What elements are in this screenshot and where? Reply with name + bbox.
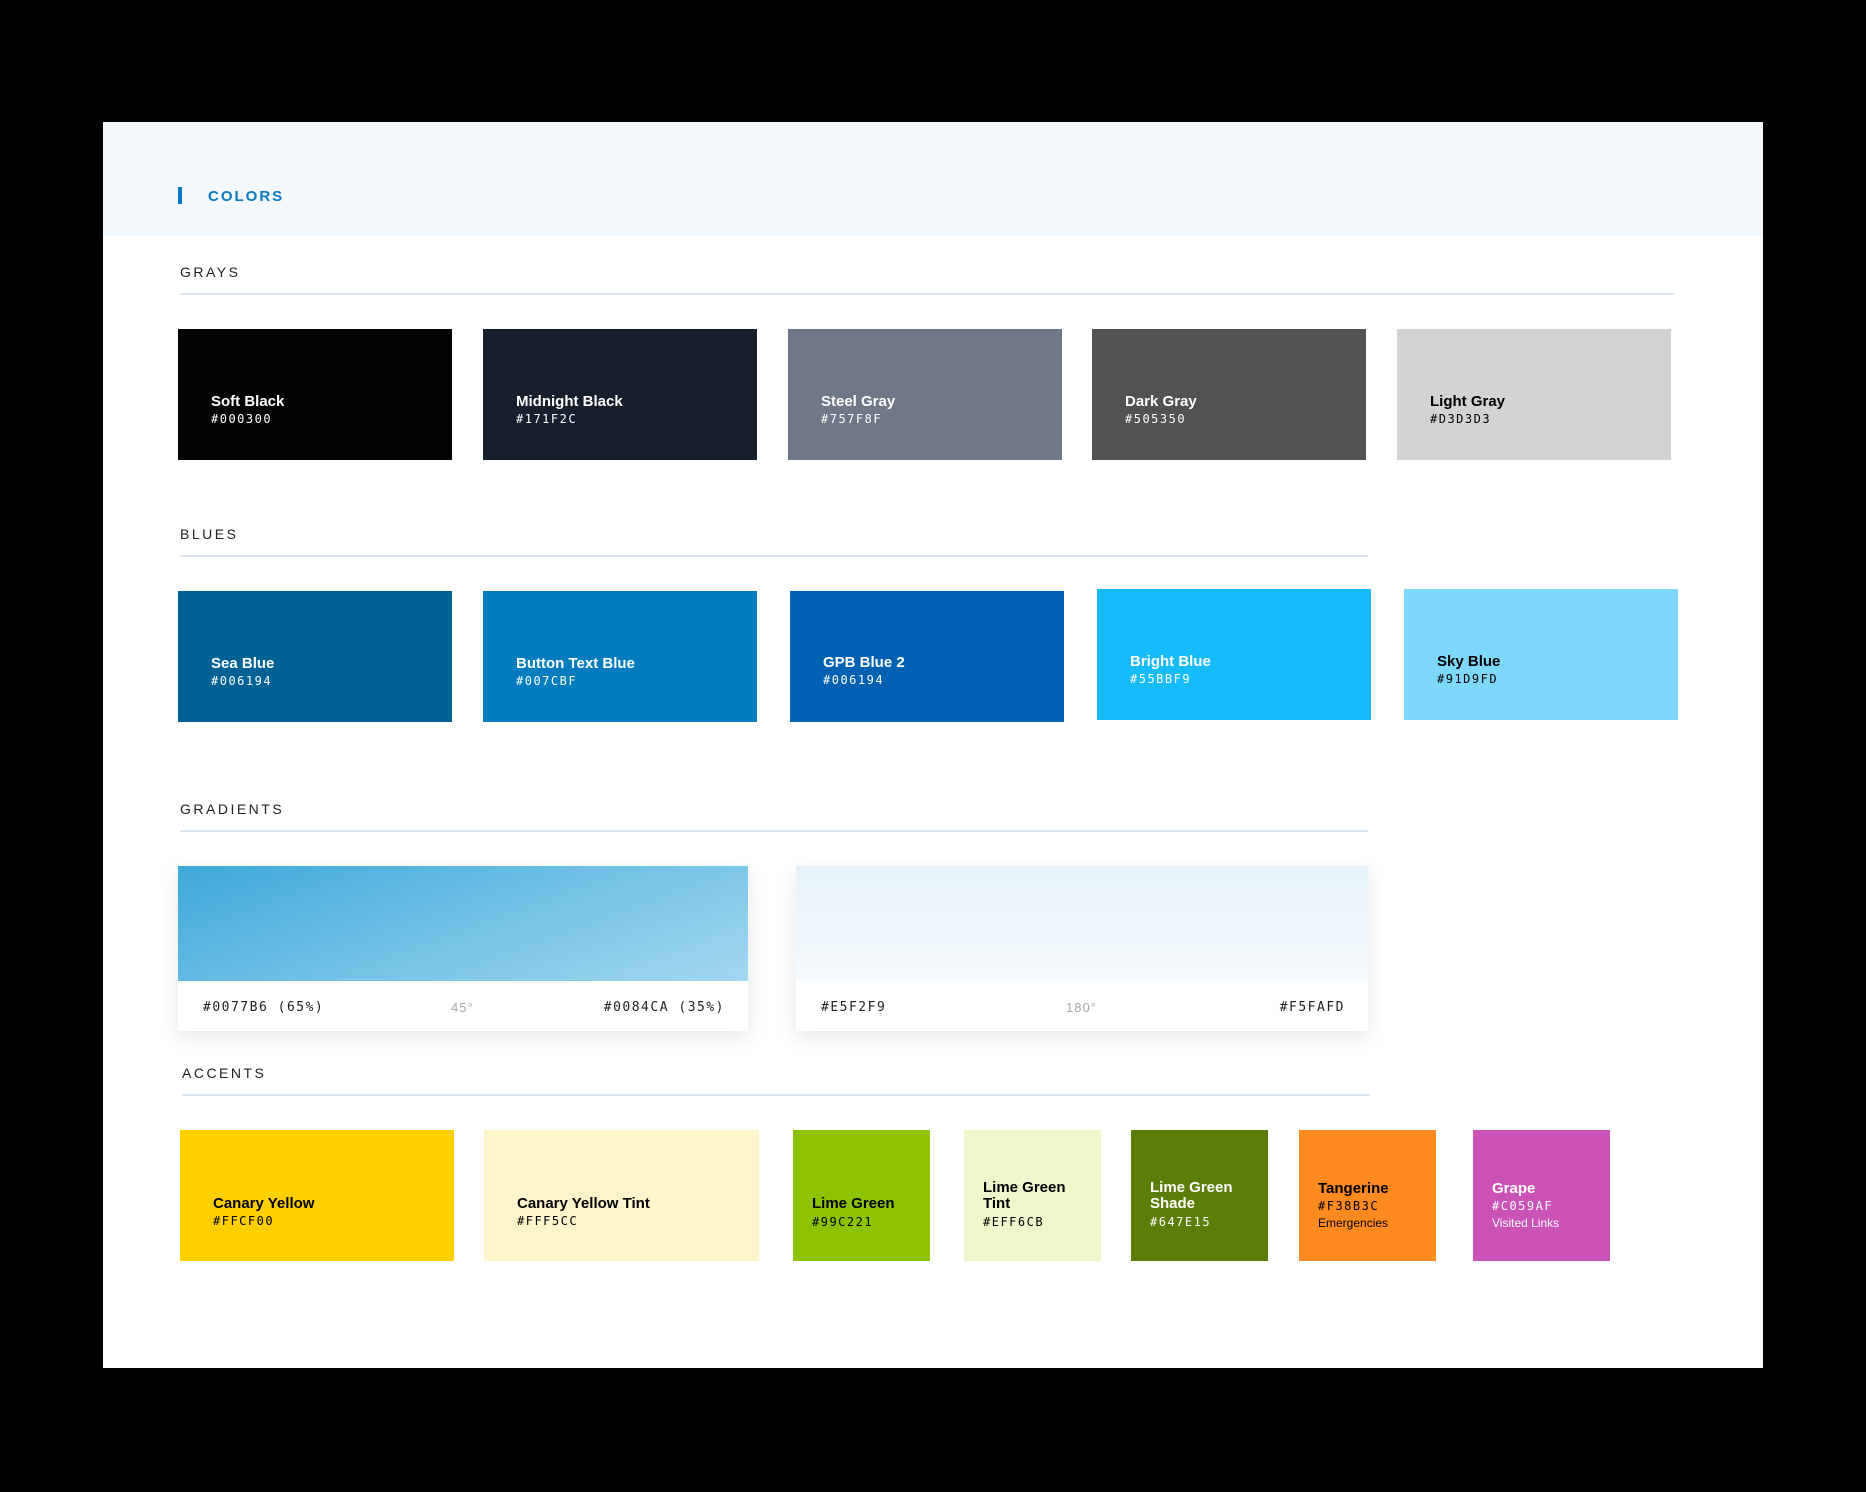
swatch-hex: #55BBF9 — [1130, 672, 1192, 686]
swatch-gpb-blue-2: GPB Blue 2 #006194 — [790, 591, 1064, 722]
swatch-canary-yellow-tint: Canary Yellow Tint #FFF5CC — [484, 1130, 759, 1261]
gradient-preview — [796, 866, 1368, 981]
section-title-blues: BLUES — [180, 526, 239, 542]
swatch-canary-yellow: Canary Yellow #FFCF00 — [180, 1130, 454, 1261]
swatch-hex: #000300 — [211, 412, 273, 426]
swatch-lime-green-shade: Lime Green Shade #647E15 — [1131, 1130, 1268, 1261]
swatch-hex: #505350 — [1125, 412, 1187, 426]
section-title-grays: GRAYS — [180, 264, 241, 280]
swatch-name: Sky Blue — [1437, 653, 1501, 670]
swatch-note: Emergencies — [1318, 1216, 1389, 1230]
swatch-lime-green: Lime Green #99C221 — [793, 1130, 930, 1261]
gradient-preview — [178, 866, 748, 981]
swatch-hex: #006194 — [211, 674, 273, 688]
swatch-name: Bright Blue — [1130, 653, 1211, 670]
swatch-hex: #EFF6CB — [983, 1215, 1045, 1229]
swatch-steel-gray: Steel Gray #757F8F — [788, 329, 1062, 460]
gradient-start-label: #0077B6 (65%) — [203, 1000, 325, 1015]
swatch-hex: #006194 — [823, 673, 885, 687]
swatch-sky-blue: Sky Blue #91D9FD — [1404, 589, 1678, 720]
swatch-hex: #FFF5CC — [517, 1214, 579, 1228]
swatch-dark-gray: Dark Gray #505350 — [1092, 329, 1366, 460]
swatch-hex: #F38B3C — [1318, 1199, 1380, 1213]
swatch-name: Tangerine — [1318, 1180, 1389, 1197]
section-divider-blues — [180, 555, 1368, 557]
gradient-card-light: #E5F2F9 180° #F5FAFD — [796, 866, 1368, 1031]
section-divider-accents — [182, 1094, 1370, 1096]
swatch-name: Sea Blue — [211, 655, 275, 672]
gradient-end-label: #0084CA (35%) — [603, 1000, 725, 1015]
swatch-grape: Grape #C059AF Visited Links — [1473, 1130, 1610, 1261]
swatch-hex: #171F2C — [516, 412, 578, 426]
swatch-midnight-black: Midnight Black #171F2C — [483, 329, 757, 460]
section-divider-grays — [180, 293, 1674, 295]
swatch-hex: #91D9FD — [1437, 672, 1499, 686]
section-title-accents: ACCENTS — [182, 1065, 267, 1081]
swatch-name: Midnight Black — [516, 393, 623, 410]
page-title: COLORS — [208, 188, 285, 205]
swatch-hex: #647E15 — [1150, 1215, 1212, 1229]
swatch-hex: #757F8F — [821, 412, 883, 426]
header-band: COLORS — [103, 122, 1763, 236]
swatch-name: Light Gray — [1430, 393, 1506, 410]
swatch-name: Dark Gray — [1125, 393, 1197, 410]
swatch-button-text-blue: Button Text Blue #007CBF — [483, 591, 757, 722]
swatch-hex: #FFCF00 — [213, 1214, 275, 1228]
swatch-bright-blue: Bright Blue #55BBF9 — [1097, 589, 1371, 720]
header-accent-bar — [178, 187, 182, 204]
swatch-name: GPB Blue 2 — [823, 654, 905, 671]
swatch-hex: #D3D3D3 — [1430, 412, 1492, 426]
section-title-gradients: GRADIENTS — [180, 801, 285, 817]
swatch-note: Visited Links — [1492, 1216, 1560, 1230]
gradient-card-blue: #0077B6 (65%) 45° #0084CA (35%) — [178, 866, 748, 1031]
swatch-tangerine: Tangerine #F38B3C Emergencies — [1299, 1130, 1436, 1261]
swatch-name: Canary Yellow — [213, 1195, 315, 1212]
gradient-angle-label: 180° — [1066, 1000, 1097, 1015]
gradient-angle-label: 45° — [451, 1000, 474, 1015]
swatch-hex: #007CBF — [516, 674, 578, 688]
swatch-name: Button Text Blue — [516, 655, 635, 672]
colors-card: COLORS GRAYS BLUES GRADIENTS ACCENTS Sof… — [103, 122, 1763, 1368]
swatch-soft-black: Soft Black #000300 — [178, 329, 452, 460]
swatch-name: Soft Black — [211, 393, 285, 410]
swatch-name: Canary Yellow Tint — [517, 1195, 650, 1212]
swatch-hex: #99C221 — [812, 1215, 874, 1229]
swatch-lime-green-tint: Lime Green Tint #EFF6CB — [964, 1130, 1101, 1261]
section-divider-gradients — [180, 830, 1368, 832]
swatch-name: Lime Green Tint — [983, 1179, 1066, 1212]
gradient-start-label: #E5F2F9 — [821, 1000, 887, 1015]
swatch-name: Lime Green — [812, 1195, 895, 1212]
swatch-name: Lime Green Shade — [1150, 1179, 1233, 1212]
swatch-hex: #C059AF — [1492, 1199, 1554, 1213]
swatch-light-gray: Light Gray #D3D3D3 — [1397, 329, 1671, 460]
gradient-end-label: #F5FAFD — [1279, 1000, 1345, 1015]
swatch-name: Steel Gray — [821, 393, 896, 410]
swatch-sea-blue: Sea Blue #006194 — [178, 591, 452, 722]
swatch-name: Grape — [1492, 1180, 1536, 1197]
